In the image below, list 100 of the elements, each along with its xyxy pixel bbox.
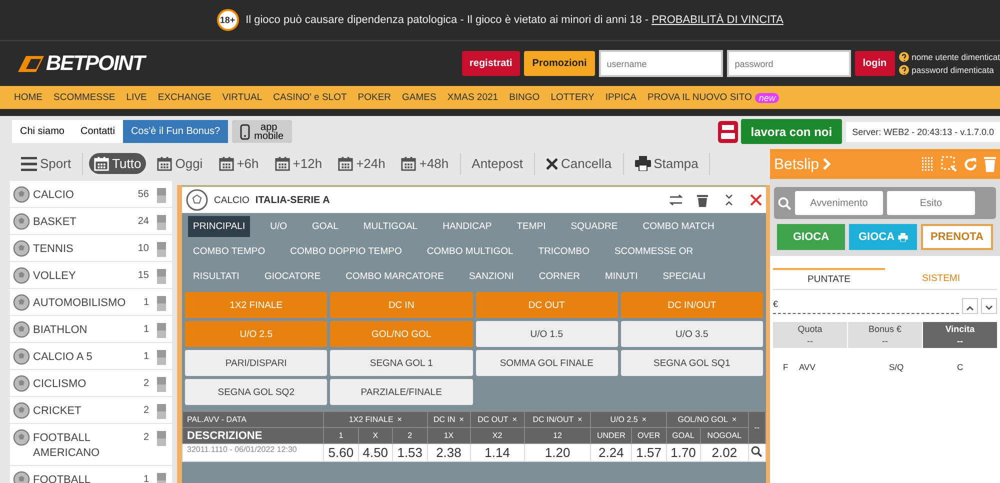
- odds-cell[interactable]: 1.20: [524, 444, 591, 462]
- bet-type-button[interactable]: U/O 1.5: [476, 321, 618, 347]
- filter-button[interactable]: Tutto: [89, 153, 146, 174]
- username-field[interactable]: username: [598, 50, 723, 77]
- nav-link[interactable]: SCOMMESSE: [54, 92, 116, 103]
- bet-type-button[interactable]: SEGNA GOL 1: [330, 350, 472, 376]
- chevron-up-icon: [966, 305, 974, 311]
- calendar-icon: [338, 156, 354, 171]
- close-icon[interactable]: [750, 194, 762, 206]
- filter-button[interactable]: Oggi: [152, 153, 208, 174]
- bet-type-button[interactable]: SEGNA GOL SQ1: [620, 350, 763, 376]
- stake-field[interactable]: €: [773, 298, 959, 314]
- odds-cell[interactable]: 2.24: [590, 444, 632, 462]
- bet-type-button[interactable]: PARZIALE/FINALE: [330, 379, 472, 405]
- nav-link[interactable]: BINGO: [509, 92, 540, 103]
- market-tab[interactable]: PRINCIPALI: [188, 216, 250, 237]
- nav-link[interactable]: IPPICA: [605, 92, 636, 103]
- odds-cell[interactable]: 5.60: [324, 444, 358, 462]
- odds-cell[interactable]: 1.14: [470, 444, 524, 462]
- nav-link[interactable]: LOTTERY: [550, 92, 594, 103]
- square-icon: [157, 188, 166, 203]
- column-header: F: [783, 362, 790, 372]
- odds-cell[interactable]: 2.02: [700, 444, 748, 462]
- filter-button[interactable]: Stampa: [630, 153, 704, 174]
- app-button[interactable]: app mobile: [232, 120, 292, 143]
- nav-link[interactable]: CASINO' e SLOT: [273, 92, 347, 103]
- sport-item[interactable]: BASKET 24: [10, 208, 172, 235]
- filter-button[interactable]: +6h: [214, 153, 264, 174]
- sport-item[interactable]: CALCIO A 5 1: [10, 343, 172, 370]
- filter-button[interactable]: +48h: [396, 153, 454, 174]
- filter-button[interactable]: Antepost: [466, 153, 528, 174]
- sport-item[interactable]: CRICKET 2: [10, 397, 172, 424]
- odds-cell[interactable]: 4.50: [358, 444, 393, 462]
- ball-icon: [13, 294, 30, 311]
- promotions-button[interactable]: Promozioni: [524, 51, 595, 76]
- search-icon: [778, 196, 791, 210]
- nav-link[interactable]: POKER: [358, 92, 392, 103]
- password-field[interactable]: password: [726, 50, 851, 77]
- register-button[interactable]: registrati: [462, 51, 520, 76]
- nav-link[interactable]: PROVA IL NUOVO SITO: [647, 92, 752, 103]
- increase-button[interactable]: [962, 298, 978, 314]
- collapse-icon[interactable]: [724, 194, 734, 206]
- bet-type-button[interactable]: SOMMA GOL FINALE: [476, 350, 618, 376]
- betslip-tab[interactable]: PUNTATE: [773, 268, 885, 290]
- swap-icon[interactable]: [669, 194, 683, 206]
- careers-button[interactable]: lavora con noi: [740, 119, 842, 144]
- event-count: 2: [143, 377, 149, 389]
- search-field[interactable]: Esito: [887, 191, 975, 215]
- filter-button[interactable]: +12h: [270, 153, 328, 174]
- nav-link[interactable]: HOME: [14, 92, 42, 103]
- sport-name: CRICKET: [33, 404, 82, 419]
- bet-type-button[interactable]: PARI/DISPARI: [185, 350, 328, 376]
- sport-item[interactable]: CALCIO 56: [10, 181, 172, 208]
- video-icon[interactable]: [718, 120, 738, 142]
- total-label: Vincita: [944, 324, 976, 334]
- sport-item[interactable]: VOLLEY 15: [10, 262, 172, 289]
- column-header: OVER: [632, 428, 666, 444]
- login-button[interactable]: login: [854, 51, 895, 76]
- ball-icon: [13, 186, 30, 203]
- bet-type-button[interactable]: SEGNA GOL SQ2: [185, 379, 328, 405]
- nav-link[interactable]: XMAS 2021: [447, 92, 498, 103]
- sport-item[interactable]: AUTOMOBILISMO 1: [10, 289, 172, 316]
- odds-cell[interactable]: 1.70: [666, 444, 701, 462]
- nav-link[interactable]: LIVE: [126, 92, 147, 103]
- calendar-icon: [157, 156, 172, 171]
- column-group-header: DC IN/OUT ×: [524, 412, 591, 428]
- sport-item[interactable]: FOOTBALL 1: [10, 466, 172, 483]
- server-info: Server: WEB2 - 20:43:13 - v.1.7.0.0: [846, 122, 1000, 142]
- decrease-button[interactable]: [981, 298, 997, 314]
- nav-link[interactable]: GAMES: [402, 92, 436, 103]
- bet-type-button[interactable]: U/O 3.5: [620, 321, 763, 347]
- odds-cell[interactable]: 1.57: [632, 444, 666, 462]
- sport-name: AUTOMOBILISMO: [33, 296, 127, 311]
- column-header: NOGOAL: [700, 428, 748, 444]
- calendar-icon: [401, 156, 416, 171]
- top-link[interactable]: Chi siamo: [12, 120, 72, 143]
- odds-cell[interactable]: 2.38: [427, 444, 470, 462]
- column-header: C: [957, 362, 964, 372]
- square-icon: [157, 431, 166, 446]
- search-icon[interactable]: [751, 446, 762, 457]
- sport-item[interactable]: BIATHLON 1: [10, 316, 172, 343]
- filter-button[interactable]: Sport: [16, 153, 76, 174]
- nav-link[interactable]: VIRTUAL: [222, 92, 262, 103]
- menu-icon: [21, 156, 37, 170]
- help-link[interactable]: nome utente dimenticat: [912, 52, 1000, 62]
- filter-button[interactable]: +24h: [333, 153, 390, 174]
- nav-link[interactable]: EXCHANGE: [158, 92, 212, 103]
- top-link[interactable]: Cos'è il Fun Bonus?: [122, 120, 228, 143]
- total-value: --: [956, 336, 964, 346]
- filter-button[interactable]: Cancella: [540, 153, 617, 174]
- odds-cell[interactable]: 1.53: [392, 444, 428, 462]
- column-group-header: U/O 2.5 ×: [590, 412, 666, 428]
- help-link[interactable]: password dimenticata: [912, 65, 994, 75]
- sport-item[interactable]: TENNIS 10: [10, 235, 172, 262]
- odds-link[interactable]: PROBABILITÀ DI VINCITA: [652, 14, 784, 26]
- search-field[interactable]: Avvenimento: [795, 191, 883, 215]
- sport-item[interactable]: CICLISMO 2: [10, 370, 172, 397]
- trash-icon[interactable]: [697, 194, 708, 206]
- top-link[interactable]: Contatti: [72, 120, 123, 143]
- sport-item[interactable]: FOOTBALL AMERICANO 2: [10, 424, 172, 466]
